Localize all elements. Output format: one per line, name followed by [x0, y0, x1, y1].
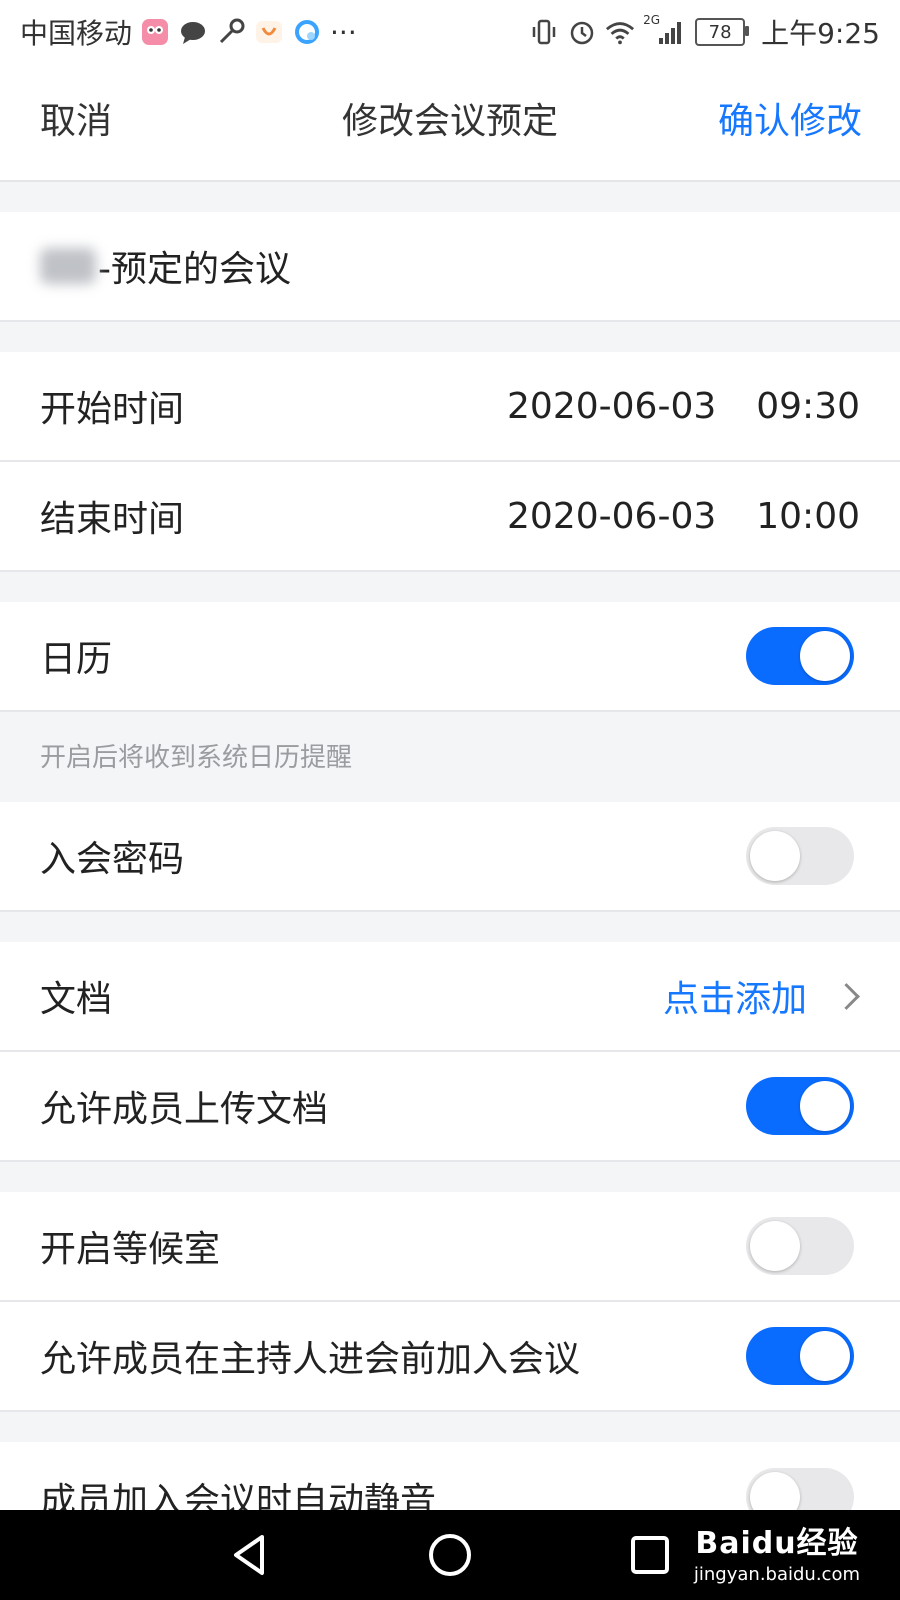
recents-nav-button[interactable] — [605, 1510, 695, 1600]
start-date: 2020-06-03 — [507, 385, 717, 427]
end-date: 2020-06-03 — [507, 495, 717, 537]
meeting-title-text: -预定的会议 — [98, 249, 291, 290]
toggle-knob — [800, 631, 850, 681]
watermark-brand: Baidu经验 — [695, 1526, 859, 1561]
more-notifications-icon: ··· — [330, 15, 357, 49]
carrier-label: 中国移动 — [20, 17, 133, 50]
documents-label: 文档 — [40, 979, 113, 1020]
calendar-label: 日历 — [40, 639, 113, 680]
home-circle-icon — [429, 1534, 471, 1576]
end-time-row[interactable]: 结束时间 2020-06-03 10:00 — [0, 462, 900, 572]
toggle-knob — [800, 1331, 850, 1381]
app-notification-icon — [140, 17, 170, 47]
allow-upload-label: 允许成员上传文档 — [40, 1089, 329, 1130]
meeting-title-field[interactable]: -预定的会议 — [0, 212, 900, 322]
toggle-knob — [750, 831, 800, 881]
add-document-text: 点击添加 — [662, 979, 807, 1020]
start-time-value: 2020-06-03 09:30 — [507, 386, 860, 427]
baidu-watermark: Baidu经验 jingyan.baidu.com — [694, 1518, 860, 1585]
app-icon-orange — [254, 17, 284, 47]
calendar-row: 日历 — [0, 602, 900, 712]
blurred-username — [40, 248, 96, 284]
status-left: 中国移动 ··· — [20, 12, 357, 52]
start-clock: 09:30 — [756, 385, 860, 427]
allow-upload-toggle[interactable] — [746, 1077, 854, 1135]
signal-icon: 2G — [643, 13, 687, 47]
alarm-icon — [567, 17, 597, 47]
calendar-hint: 开启后将收到系统日历提醒 — [40, 743, 353, 773]
start-time-row[interactable]: 开始时间 2020-06-03 09:30 — [0, 352, 900, 462]
network-type-label: 2G — [643, 13, 661, 27]
home-nav-button[interactable] — [405, 1510, 495, 1600]
documents-row[interactable]: 文档 点击添加 — [0, 942, 900, 1052]
key-icon — [216, 17, 246, 47]
nav-bar: 取消 修改会议预定 确认修改 — [0, 64, 900, 182]
status-right: 2G 78 上午9:25 — [529, 12, 880, 52]
confirm-edit-button[interactable]: 确认修改 — [718, 64, 862, 180]
waiting-room-row: 开启等候室 — [0, 1192, 900, 1302]
allow-upload-row: 允许成员上传文档 — [0, 1052, 900, 1162]
join-before-host-row: 允许成员在主持人进会前加入会议 — [0, 1302, 900, 1412]
recents-square-icon — [631, 1536, 669, 1574]
password-label: 入会密码 — [40, 839, 185, 880]
system-nav-bar: Baidu经验 jingyan.baidu.com — [0, 1510, 900, 1600]
back-nav-button[interactable] — [205, 1510, 295, 1600]
cancel-button[interactable]: 取消 — [40, 64, 112, 180]
waiting-room-label: 开启等候室 — [40, 1229, 221, 1270]
end-clock: 10:00 — [756, 495, 860, 537]
calendar-toggle[interactable] — [746, 627, 854, 685]
app-icon-blue — [292, 17, 322, 47]
back-triangle-icon — [234, 1535, 264, 1575]
password-toggle[interactable] — [746, 827, 854, 885]
message-icon — [178, 17, 208, 47]
start-time-label: 开始时间 — [40, 389, 185, 430]
add-document-link[interactable]: 点击添加 — [663, 970, 860, 1022]
end-time-label: 结束时间 — [40, 499, 185, 540]
join-before-host-label: 允许成员在主持人进会前加入会议 — [40, 1339, 581, 1380]
waiting-room-toggle[interactable] — [746, 1217, 854, 1275]
toggle-knob — [750, 1221, 800, 1271]
chevron-right-icon — [833, 982, 860, 1010]
password-row: 入会密码 — [0, 802, 900, 912]
status-bar: 中国移动 ··· 2G 78 上午9:25 — [0, 0, 900, 64]
vibrate-icon — [529, 17, 559, 47]
end-time-value: 2020-06-03 10:00 — [507, 496, 860, 537]
battery-icon: 78 — [695, 18, 750, 46]
join-before-host-toggle[interactable] — [746, 1327, 854, 1385]
watermark-url: jingyan.baidu.com — [693, 1564, 860, 1585]
clock-time: 上午9:25 — [761, 17, 880, 50]
wifi-icon — [605, 17, 635, 47]
toggle-knob — [800, 1081, 850, 1131]
